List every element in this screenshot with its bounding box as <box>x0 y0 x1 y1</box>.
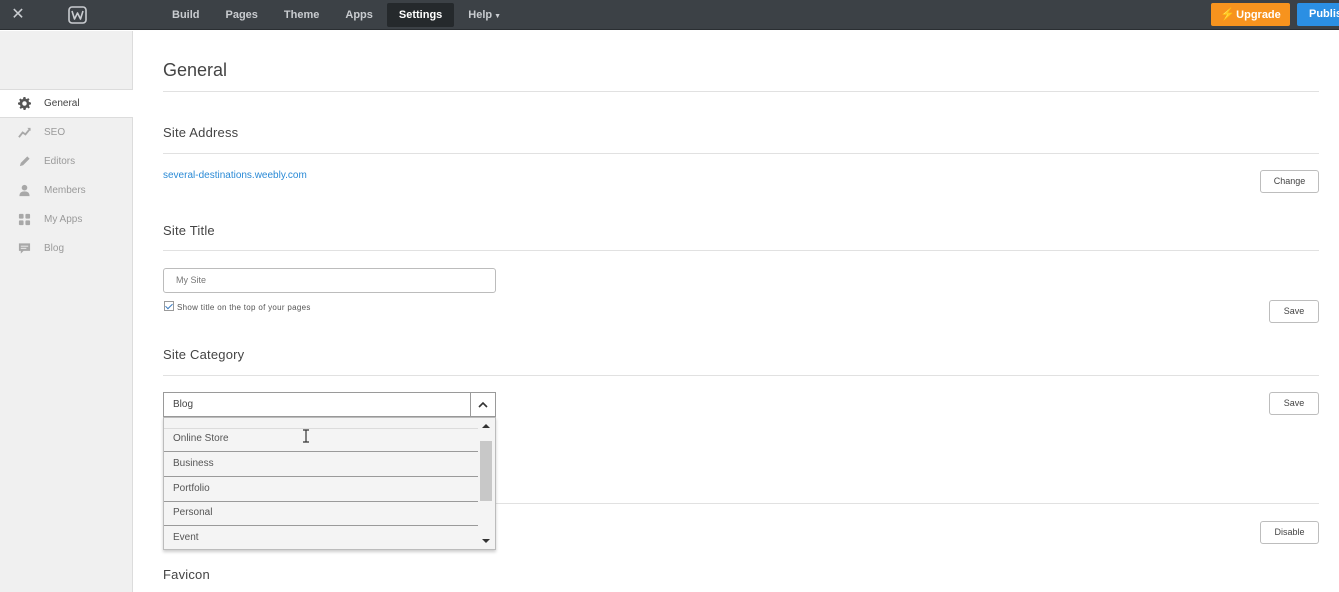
nav-build[interactable]: Build <box>160 3 212 27</box>
settings-sidebar: General SEO Editors Members My Apps Blog <box>0 31 133 592</box>
nav-apps[interactable]: Apps <box>333 3 385 27</box>
top-bar: ✕ Build Pages Theme Apps Settings Help ▼ … <box>0 0 1339 30</box>
favicon-heading: Favicon <box>163 567 210 582</box>
nav-help-label: Help <box>468 9 493 21</box>
upgrade-label: Upgrade <box>1236 9 1281 21</box>
top-nav: Build Pages Theme Apps Settings Help ▼ <box>160 3 515 27</box>
site-category-select[interactable]: Blog <box>163 392 496 417</box>
upgrade-button[interactable]: ⚡Upgrade <box>1211 3 1290 26</box>
save-title-button[interactable]: Save <box>1269 300 1319 323</box>
scroll-thumb[interactable] <box>480 441 492 501</box>
divider <box>163 91 1319 92</box>
dropdown-option-event[interactable]: Event <box>164 526 478 549</box>
show-title-label: Show title on the top of your pages <box>177 303 311 312</box>
divider <box>163 153 1319 154</box>
divider <box>163 375 1319 376</box>
site-title-input[interactable]: My Site <box>163 268 496 293</box>
gear-icon <box>17 97 31 111</box>
nav-help[interactable]: Help ▼ <box>456 3 513 27</box>
chevron-up-icon[interactable] <box>470 393 495 416</box>
dropdown-option-business[interactable]: Business <box>164 452 478 477</box>
site-title-heading: Site Title <box>163 223 215 238</box>
scroll-down-arrow-icon[interactable] <box>482 539 490 543</box>
sidebar-item-editors[interactable]: Editors <box>0 147 132 176</box>
text-cursor-icon <box>303 429 309 443</box>
user-icon <box>17 184 31 198</box>
sidebar-item-seo[interactable]: SEO <box>0 118 132 147</box>
publish-button[interactable]: Publish <box>1297 3 1339 26</box>
comment-icon <box>17 242 31 256</box>
dropdown-option-personal[interactable]: Personal <box>164 501 478 526</box>
apps-grid-icon <box>17 213 31 227</box>
sidebar-item-label: Blog <box>44 243 65 254</box>
sidebar-item-blog[interactable]: Blog <box>0 234 132 263</box>
scroll-up-arrow-icon[interactable] <box>482 424 490 428</box>
pencil-icon <box>17 155 31 169</box>
disable-button[interactable]: Disable <box>1260 521 1319 544</box>
nav-settings[interactable]: Settings <box>386 3 455 27</box>
lightning-icon: ⚡ <box>1220 7 1236 21</box>
dropdown-option-portfolio[interactable]: Portfolio <box>164 477 478 502</box>
site-address-heading: Site Address <box>163 125 239 140</box>
sidebar-item-my-apps[interactable]: My Apps <box>0 205 132 234</box>
nav-pages[interactable]: Pages <box>214 3 270 27</box>
close-icon[interactable]: ✕ <box>10 6 26 24</box>
category-dropdown-list: Online Store Business Portfolio Personal… <box>163 417 496 550</box>
caret-down-icon: ▼ <box>494 13 502 20</box>
sidebar-item-label: Editors <box>44 156 76 167</box>
sidebar-item-label: SEO <box>44 127 66 138</box>
sidebar-item-members[interactable]: Members <box>0 176 132 205</box>
trend-chart-icon <box>17 126 31 140</box>
site-category-heading: Site Category <box>163 347 245 362</box>
show-title-checkbox[interactable] <box>164 301 174 311</box>
nav-theme[interactable]: Theme <box>272 3 331 27</box>
sidebar-item-label: Members <box>44 185 86 196</box>
save-category-button[interactable]: Save <box>1269 392 1319 415</box>
divider <box>163 250 1319 251</box>
page-title: General <box>163 60 228 80</box>
site-address-link[interactable]: several-destinations.weebly.com <box>163 170 307 181</box>
sidebar-item-general[interactable]: General <box>0 89 133 118</box>
dropdown-option-online-store[interactable]: Online Store <box>164 427 478 452</box>
weebly-logo-icon[interactable] <box>68 6 87 24</box>
select-value: Blog <box>173 399 194 410</box>
sidebar-item-label: General <box>44 98 80 109</box>
dropdown-scrollbar[interactable] <box>478 418 495 549</box>
change-address-button[interactable]: Change <box>1260 170 1319 193</box>
sidebar-item-label: My Apps <box>44 214 83 225</box>
